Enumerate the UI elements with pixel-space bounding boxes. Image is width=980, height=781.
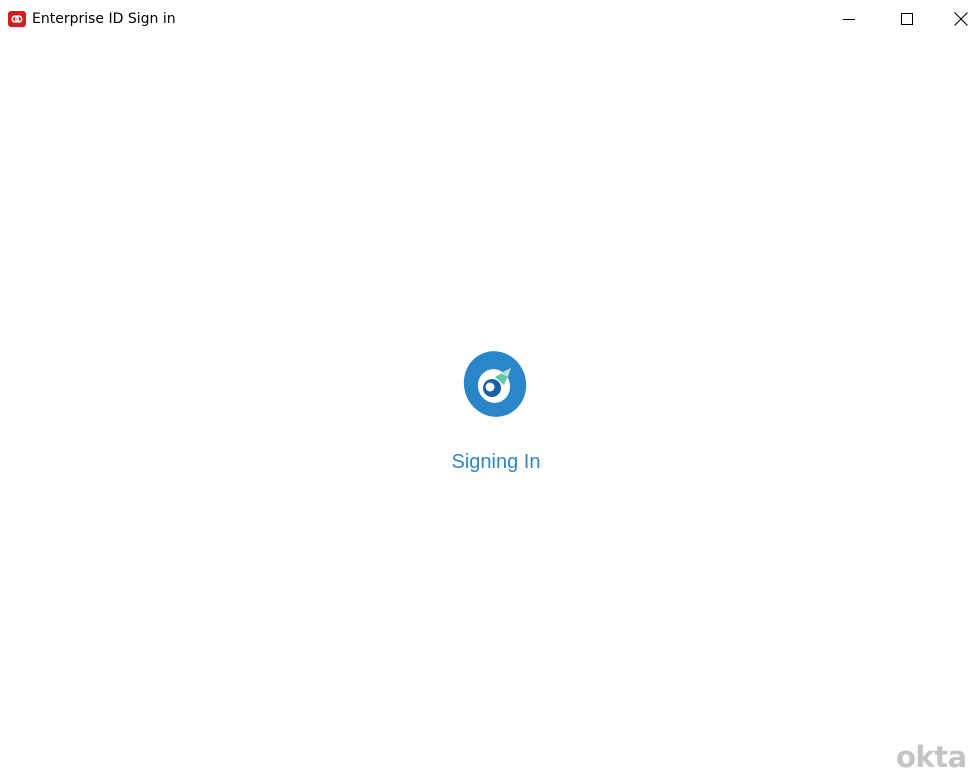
close-icon xyxy=(954,12,968,26)
window-title: Enterprise ID Sign in xyxy=(32,11,176,27)
minimize-button[interactable] xyxy=(826,0,872,38)
okta-logo: okta xyxy=(896,740,967,774)
title-bar[interactable]: Enterprise ID Sign in xyxy=(0,0,980,38)
app-icon xyxy=(8,11,26,27)
sign-in-content: Signing In okta xyxy=(0,38,980,781)
signing-in-status: Signing In xyxy=(451,451,541,473)
maximize-icon xyxy=(901,13,913,25)
maximize-button[interactable] xyxy=(884,0,930,38)
close-button[interactable] xyxy=(942,0,980,38)
minimize-icon xyxy=(843,19,855,20)
loading-logo-icon xyxy=(463,351,527,417)
sign-in-window: Enterprise ID Sign in Signing In okta xyxy=(0,0,980,781)
